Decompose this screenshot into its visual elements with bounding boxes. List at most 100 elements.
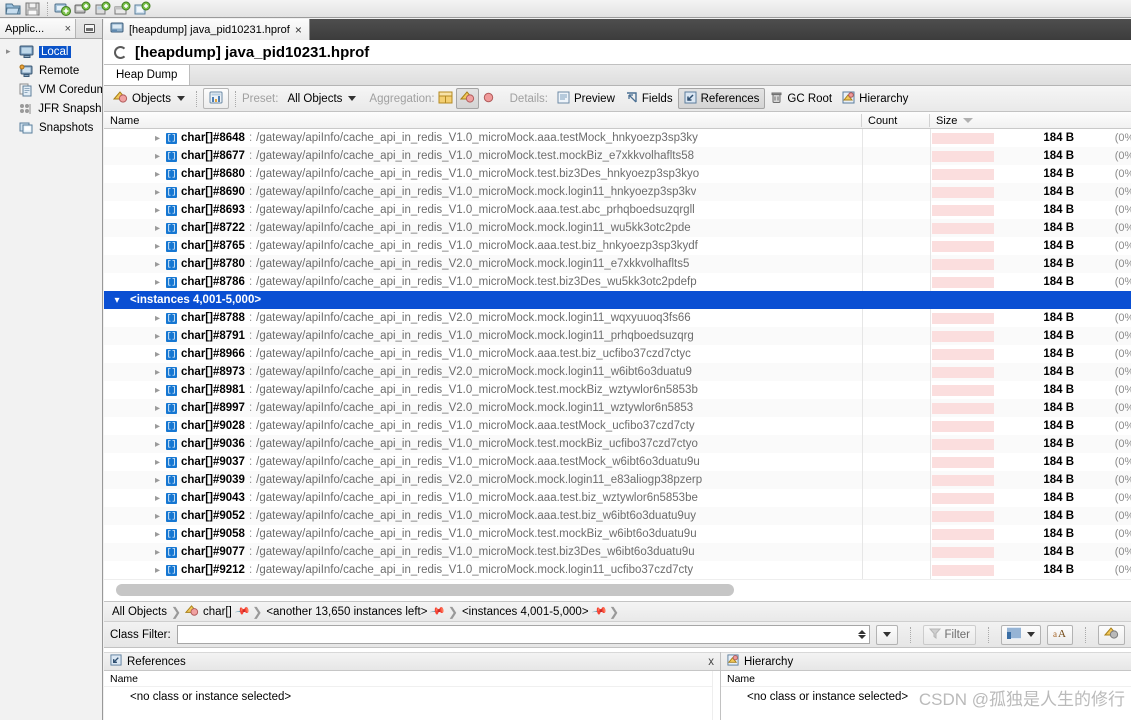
chevron-right-icon[interactable]: ▸: [104, 133, 166, 144]
chevron-right-icon[interactable]: ▸: [104, 421, 166, 432]
chevron-right-icon[interactable]: ▸: [104, 187, 166, 198]
sidebar-item-vm-coredumps[interactable]: VM Coredum: [0, 80, 102, 99]
chevron-right-icon[interactable]: ▸: [104, 403, 166, 414]
preset-dropdown[interactable]: All Objects: [282, 88, 361, 109]
detail-tab-preview[interactable]: Preview: [552, 88, 620, 109]
table-row[interactable]: ▸[] char[]#9036:/gateway/apiInfo/cache_ap…: [104, 435, 1131, 453]
chevron-down-icon[interactable]: ▾: [104, 295, 130, 306]
detail-tab-hierarchy[interactable]: Hierarchy: [837, 88, 913, 109]
chevron-right-icon[interactable]: ▸: [104, 457, 166, 468]
chevron-right-icon[interactable]: ▸: [104, 475, 166, 486]
breadcrumb-item[interactable]: All Objects: [112, 606, 167, 618]
sidebar-tab-applications[interactable]: Applic... ×: [0, 19, 76, 38]
chevron-right-icon[interactable]: ▸: [104, 565, 166, 576]
column-header-size[interactable]: Size: [930, 112, 1131, 129]
sidebar-item-snapshots[interactable]: Snapshots: [0, 118, 102, 137]
table-row[interactable]: ▸[] char[]#8765:/gateway/apiInfo/cache_ap…: [104, 237, 1131, 255]
chevron-right-icon[interactable]: ▸: [104, 529, 166, 540]
class-filter-history-button[interactable]: [876, 624, 899, 645]
chevron-right-icon[interactable]: ▸: [104, 169, 166, 180]
table-row[interactable]: ▸[] char[]#8722:/gateway/apiInfo/cache_ap…: [104, 219, 1131, 237]
table-row[interactable]: ▸[] char[]#9028:/gateway/apiInfo/cache_ap…: [104, 417, 1131, 435]
horizontal-scrollbar[interactable]: [104, 579, 1131, 601]
aggregation-objects-button[interactable]: [455, 88, 479, 109]
chevron-right-icon[interactable]: ▸: [104, 331, 166, 342]
table-row[interactable]: ▸[] char[]#8648:/gateway/apiInfo/cache_ap…: [104, 129, 1131, 147]
table-row[interactable]: ▸[] char[]#8780:/gateway/apiInfo/cache_ap…: [104, 255, 1131, 273]
chevron-right-icon[interactable]: ▸: [104, 367, 166, 378]
pin-icon[interactable]: 📌: [429, 603, 446, 619]
add-snapshot-icon[interactable]: [133, 1, 151, 17]
document-tab-heapdump[interactable]: [heapdump] java_pid10231.hprof ×: [104, 19, 310, 40]
detail-tab-references[interactable]: References: [677, 88, 766, 109]
chevron-right-icon[interactable]: ▸: [6, 46, 15, 57]
add-remote-app-icon[interactable]: [73, 1, 91, 17]
chevron-right-icon[interactable]: ▸: [104, 223, 166, 234]
references-vertical-scrollbar[interactable]: [712, 671, 720, 720]
close-icon[interactable]: ×: [65, 23, 71, 35]
breadcrumb-item[interactable]: <another 13,650 instances left> 📌: [266, 603, 446, 619]
scrollbar-thumb[interactable]: [116, 584, 734, 596]
chevron-right-icon[interactable]: ▸: [104, 349, 166, 360]
table-row[interactable]: ▸[] char[]#8677:/gateway/apiInfo/cache_ap…: [104, 147, 1131, 165]
instance-graph-button[interactable]: [203, 88, 229, 109]
add-local-app-icon[interactable]: [53, 1, 71, 17]
detail-tab-fields[interactable]: Fields: [620, 88, 678, 109]
chevron-down-icon[interactable]: [177, 96, 185, 101]
table-row[interactable]: ▸[] char[]#8966:/gateway/apiInfo/cache_ap…: [104, 345, 1131, 363]
chevron-right-icon[interactable]: ▸: [104, 511, 166, 522]
table-row[interactable]: ▸[] char[]#8690:/gateway/apiInfo/cache_ap…: [104, 183, 1131, 201]
table-row[interactable]: ▸[] char[]#9037:/gateway/apiInfo/cache_ap…: [104, 453, 1131, 471]
table-row[interactable]: ▸[] char[]#8973:/gateway/apiInfo/cache_ap…: [104, 363, 1131, 381]
aggregation-instances-button[interactable]: [479, 88, 498, 109]
table-row[interactable]: ▸[] char[]#8791:/gateway/apiInfo/cache_ap…: [104, 327, 1131, 345]
save-icon[interactable]: [24, 1, 42, 17]
table-row[interactable]: ▸[] char[]#9212:/gateway/apiInfo/cache_ap…: [104, 561, 1131, 579]
open-folder-icon[interactable]: [4, 1, 22, 17]
table-row[interactable]: ▸[] char[]#9058:/gateway/apiInfo/cache_ap…: [104, 525, 1131, 543]
breadcrumb-item[interactable]: char[] 📌: [184, 603, 251, 620]
chevron-right-icon[interactable]: ▸: [104, 241, 166, 252]
references-column-header[interactable]: Name: [104, 671, 720, 687]
breadcrumb-item[interactable]: <instances 4,001-5,000> 📌: [462, 603, 608, 619]
table-row[interactable]: ▸[] char[]#8981:/gateway/apiInfo/cache_ap…: [104, 381, 1131, 399]
columns-button[interactable]: [1001, 624, 1041, 645]
hierarchy-column-header[interactable]: Name: [721, 671, 1131, 687]
table-row[interactable]: ▸[] char[]#8788:/gateway/apiInfo/cache_ap…: [104, 309, 1131, 327]
add-vm-coredump-icon[interactable]: [93, 1, 111, 17]
aggregation-toggle-button[interactable]: [1098, 624, 1125, 645]
pin-icon[interactable]: 📌: [591, 603, 608, 619]
chevron-down-icon[interactable]: [348, 96, 357, 101]
table-row[interactable]: ▸[] char[]#9039:/gateway/apiInfo/cache_ap…: [104, 471, 1131, 489]
chevron-right-icon[interactable]: ▸: [104, 385, 166, 396]
close-icon[interactable]: x: [708, 656, 714, 668]
chevron-right-icon[interactable]: ▸: [104, 439, 166, 450]
table-row[interactable]: ▸[] char[]#9077:/gateway/apiInfo/cache_ap…: [104, 543, 1131, 561]
table-row[interactable]: ▸[] char[]#8786:/gateway/apiInfo/cache_ap…: [104, 273, 1131, 291]
chevron-right-icon[interactable]: ▸: [104, 547, 166, 558]
table-body[interactable]: ▸[] char[]#8648:/gateway/apiInfo/cache_ap…: [104, 129, 1131, 579]
add-jfr-snapshot-icon[interactable]: [113, 1, 131, 17]
sidebar-item-jfr-snapshots[interactable]: JFR Snapsho: [0, 99, 102, 118]
sidebar-item-local[interactable]: ▸ Local: [0, 42, 102, 61]
pin-icon[interactable]: 📌: [234, 603, 251, 619]
detail-tab-gc-root[interactable]: GC Root: [765, 88, 837, 109]
column-header-name[interactable]: Name: [104, 112, 862, 129]
chevron-right-icon[interactable]: ▸: [104, 205, 166, 216]
table-row[interactable]: ▸[] char[]#8680:/gateway/apiInfo/cache_ap…: [104, 165, 1131, 183]
table-row[interactable]: ▸[] char[]#8997:/gateway/apiInfo/cache_ap…: [104, 399, 1131, 417]
sidebar-minimize-button[interactable]: [76, 19, 102, 38]
filter-button[interactable]: Filter: [923, 624, 976, 645]
table-row[interactable]: ▸[] char[]#8693:/gateway/apiInfo/cache_ap…: [104, 201, 1131, 219]
objects-view-selector[interactable]: Objects: [108, 88, 190, 109]
aggregation-classes-button[interactable]: [435, 88, 456, 109]
table-row[interactable]: ▸[] char[]#9043:/gateway/apiInfo/cache_ap…: [104, 489, 1131, 507]
tab-heap-dump[interactable]: Heap Dump: [104, 65, 191, 85]
chevron-right-icon[interactable]: ▸: [104, 259, 166, 270]
stepper-icon[interactable]: [858, 630, 867, 639]
table-row-instance-group[interactable]: ▾ <instances 4,001-5,000>: [104, 291, 1131, 309]
sidebar-item-remote[interactable]: Remote: [0, 61, 102, 80]
chevron-right-icon[interactable]: ▸: [104, 277, 166, 288]
table-row[interactable]: ▸[] char[]#9052:/gateway/apiInfo/cache_ap…: [104, 507, 1131, 525]
class-filter-input[interactable]: [176, 625, 871, 644]
